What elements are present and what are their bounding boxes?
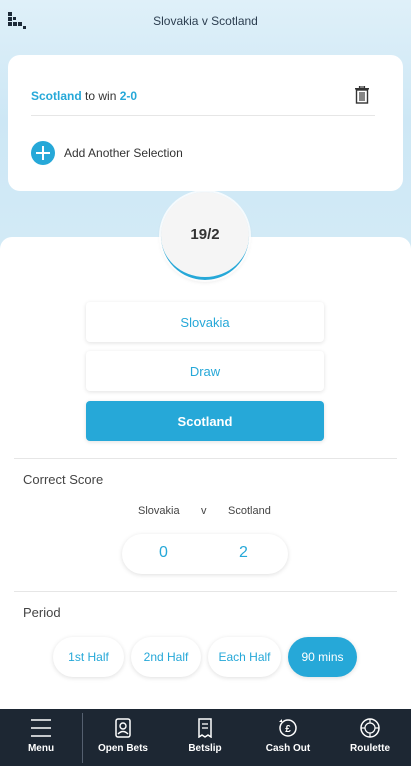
plus-icon xyxy=(31,141,55,165)
outcome-scotland[interactable]: Scotland xyxy=(86,401,324,441)
nav-cash-out[interactable]: £ Cash Out xyxy=(258,709,318,766)
add-selection-label: Add Another Selection xyxy=(64,146,183,160)
nav-separator xyxy=(82,713,83,763)
betslip-icon xyxy=(198,718,212,738)
period-title: Period xyxy=(23,605,61,620)
divider xyxy=(14,458,397,459)
nav-betslip[interactable]: Betslip xyxy=(178,709,232,766)
top-bar: Slovakia v Scotland xyxy=(0,0,411,44)
period-2nd-half[interactable]: 2nd Half xyxy=(131,637,201,677)
home-team-label: Slovakia xyxy=(138,505,180,517)
nav-open-bets[interactable]: Open Bets xyxy=(90,709,156,766)
open-bets-icon xyxy=(115,718,131,738)
nav-menu[interactable]: Menu xyxy=(16,709,66,766)
nav-roulette[interactable]: Roulette xyxy=(342,709,398,766)
selection-score: 2-0 xyxy=(119,89,138,103)
page-title: Slovakia v Scotland xyxy=(153,14,258,28)
nav-roulette-label: Roulette xyxy=(350,743,390,754)
correct-score-title: Correct Score xyxy=(23,472,104,487)
cash-out-icon: £ xyxy=(279,719,297,737)
period-each-half[interactable]: Each Half xyxy=(208,637,281,677)
selection-summary: Scotland to win 2-0 xyxy=(31,89,137,103)
roulette-icon xyxy=(360,718,380,738)
home-score[interactable]: 0 xyxy=(159,544,168,562)
svg-text:£: £ xyxy=(285,724,291,735)
nav-menu-label: Menu xyxy=(27,743,55,754)
odds-display: 19/2 xyxy=(159,190,251,282)
bottom-nav: Menu Open Bets Betslip £ Cash Out Roulet… xyxy=(0,709,411,766)
selection-team: Scotland xyxy=(31,89,82,103)
period-1st-half[interactable]: 1st Half xyxy=(53,637,124,677)
nav-cash-out-label: Cash Out xyxy=(265,743,311,754)
score-selector: 0 2 xyxy=(122,534,288,574)
trash-icon[interactable] xyxy=(354,85,370,104)
add-selection-button[interactable]: Add Another Selection xyxy=(31,141,183,165)
away-score[interactable]: 2 xyxy=(239,544,248,562)
period-90-mins[interactable]: 90 mins xyxy=(288,637,357,677)
divider xyxy=(14,591,397,592)
divider xyxy=(31,115,375,116)
selection-card: Scotland to win 2-0 Add Another Selectio… xyxy=(8,55,403,191)
away-team-label: Scotland xyxy=(228,505,271,517)
hamburger-icon xyxy=(31,719,51,737)
nav-open-bets-label: Open Bets xyxy=(97,743,148,754)
outcome-draw[interactable]: Draw xyxy=(86,351,324,391)
nav-betslip-label: Betslip xyxy=(188,743,222,754)
outcome-slovakia[interactable]: Slovakia xyxy=(86,302,324,342)
selection-text: to win xyxy=(85,89,117,103)
versus-label: v xyxy=(201,505,207,517)
